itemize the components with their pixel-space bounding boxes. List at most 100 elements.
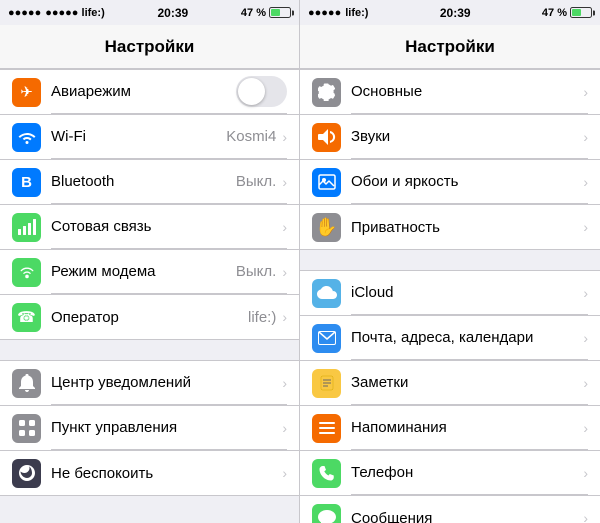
- gap-right-1: [300, 250, 600, 270]
- battery-percent-right: 47 %: [542, 7, 567, 19]
- row-reminders[interactable]: Напоминания ›: [300, 406, 600, 451]
- label-icloud: iCloud: [351, 284, 394, 301]
- icon-reminders: [312, 414, 341, 443]
- label-airplane: Авиарежим: [51, 83, 131, 100]
- row-content-wifi: Wi-Fi Kosmi4 ›: [51, 115, 287, 159]
- chevron-operator: ›: [282, 309, 287, 325]
- label-general: Основные: [351, 83, 422, 100]
- nav-bar-right: Настройки: [300, 25, 600, 69]
- nav-bar-left: Настройки: [0, 25, 299, 69]
- row-notifications[interactable]: Центр уведомлений ›: [0, 361, 299, 406]
- right-panel: ●●●●● life:) 20:39 47 % Настройки Основн…: [300, 0, 600, 523]
- settings-list-left[interactable]: ✈ Авиарежим Wi-Fi Kosmi4 ›: [0, 69, 299, 523]
- row-content-phone: Телефон ›: [351, 451, 588, 495]
- label-bluetooth: Bluetooth: [51, 173, 114, 190]
- value-wifi: Kosmi4: [226, 128, 276, 145]
- carrier-right: ●●●●● life:): [308, 7, 368, 19]
- icon-privacy: ✋: [312, 213, 341, 242]
- row-content-airplane: Авиарежим: [51, 70, 287, 114]
- row-content-notifications: Центр уведомлений ›: [51, 361, 287, 405]
- icon-mail: [312, 324, 341, 353]
- right-bluetooth: Выкл. ›: [236, 173, 287, 190]
- battery-left: 47 %: [241, 7, 291, 19]
- left-panel: ●●●●● ●●●●● life:) 20:39 47 % Настройки …: [0, 0, 300, 523]
- row-dnd[interactable]: Не беспокоить ›: [0, 451, 299, 495]
- row-content-reminders: Напоминания ›: [351, 406, 588, 450]
- chevron-controlcenter: ›: [282, 420, 287, 436]
- section-connectivity: ✈ Авиарежим Wi-Fi Kosmi4 ›: [0, 69, 299, 340]
- label-operator: Оператор: [51, 309, 119, 326]
- row-sounds[interactable]: Звуки ›: [300, 115, 600, 160]
- icon-phone: [312, 459, 341, 488]
- row-content-operator: Оператор life:) ›: [51, 295, 287, 339]
- label-controlcenter: Пункт управления: [51, 419, 177, 436]
- icon-controlcenter: [12, 414, 41, 443]
- value-bluetooth: Выкл.: [236, 173, 276, 190]
- chevron-wifi: ›: [282, 129, 287, 145]
- signal-dots-right: ●●●●●: [308, 7, 341, 19]
- right-operator: life:) ›: [248, 309, 287, 326]
- label-mail: Почта, адреса, календари: [351, 329, 533, 346]
- icon-notes: [312, 369, 341, 398]
- row-content-hotspot: Режим модема Выкл. ›: [51, 250, 287, 294]
- row-operator[interactable]: ☎ Оператор life:) ›: [0, 295, 299, 339]
- label-privacy: Приватность: [351, 219, 440, 236]
- row-icloud[interactable]: iCloud ›: [300, 271, 600, 316]
- label-dnd: Не беспокоить: [51, 465, 153, 482]
- settings-list-right[interactable]: Основные › Звуки › Обои: [300, 69, 600, 523]
- row-mail[interactable]: Почта, адреса, календари ›: [300, 316, 600, 361]
- row-cellular[interactable]: Сотовая связь ›: [0, 205, 299, 250]
- label-wifi: Wi-Fi: [51, 128, 86, 145]
- row-content-dnd: Не беспокоить ›: [51, 451, 287, 495]
- row-phone[interactable]: Телефон ›: [300, 451, 600, 496]
- icon-hotspot: [12, 258, 41, 287]
- row-content-bluetooth: Bluetooth Выкл. ›: [51, 160, 287, 204]
- value-operator: life:): [248, 309, 276, 326]
- icon-sounds: [312, 123, 341, 152]
- row-content-notes: Заметки ›: [351, 361, 588, 405]
- row-content-controlcenter: Пункт управления ›: [51, 406, 287, 450]
- carrier-left: ●●●●● ●●●●● life:): [8, 7, 105, 19]
- chevron-hotspot: ›: [282, 264, 287, 280]
- section-accounts: iCloud › Почта, адреса, календари ›: [300, 270, 600, 523]
- row-controlcenter[interactable]: Пункт управления ›: [0, 406, 299, 451]
- icon-bluetooth: B: [12, 168, 41, 197]
- row-wifi[interactable]: Wi-Fi Kosmi4 ›: [0, 115, 299, 160]
- battery-fill-right: [572, 9, 581, 16]
- toggle-airplane[interactable]: [236, 76, 287, 107]
- row-general[interactable]: Основные ›: [300, 70, 600, 115]
- battery-icon-left: [269, 7, 291, 18]
- row-content-sounds: Звуки ›: [351, 115, 588, 159]
- chevron-mail: ›: [583, 330, 588, 346]
- chevron-bluetooth: ›: [282, 174, 287, 190]
- section-top: Основные › Звуки › Обои: [300, 69, 600, 250]
- carrier-name-right: life:): [345, 7, 368, 19]
- row-privacy[interactable]: ✋ Приватность ›: [300, 205, 600, 249]
- row-content-cellular: Сотовая связь ›: [51, 205, 287, 249]
- row-notes[interactable]: Заметки ›: [300, 361, 600, 406]
- row-hotspot[interactable]: Режим модема Выкл. ›: [0, 250, 299, 295]
- chevron-notifications: ›: [282, 375, 287, 391]
- label-cellular: Сотовая связь: [51, 218, 151, 235]
- row-wallpaper[interactable]: Обои и яркость ›: [300, 160, 600, 205]
- carrier-name-left: ●●●●● life:): [45, 7, 105, 19]
- toggle-knob-airplane: [238, 78, 265, 105]
- row-bluetooth[interactable]: B Bluetooth Выкл. ›: [0, 160, 299, 205]
- chevron-phone: ›: [583, 465, 588, 481]
- battery-icon-right: [570, 7, 592, 18]
- label-hotspot: Режим модема: [51, 263, 156, 280]
- label-phone: Телефон: [351, 464, 413, 481]
- page-title-left: Настройки: [105, 37, 195, 57]
- label-wallpaper: Обои и яркость: [351, 173, 458, 190]
- label-notes: Заметки: [351, 374, 408, 391]
- chevron-cellular: ›: [282, 219, 287, 235]
- status-bar-left: ●●●●● ●●●●● life:) 20:39 47 %: [0, 0, 299, 25]
- chevron-privacy: ›: [583, 219, 588, 235]
- icon-wallpaper: [312, 168, 341, 197]
- right-hotspot: Выкл. ›: [236, 263, 287, 280]
- row-airplane[interactable]: ✈ Авиарежим: [0, 70, 299, 115]
- battery-percent-left: 47 %: [241, 7, 266, 19]
- row-messages[interactable]: Сообщения ›: [300, 496, 600, 523]
- icon-dnd: [12, 459, 41, 488]
- status-bar-right: ●●●●● life:) 20:39 47 %: [300, 0, 600, 25]
